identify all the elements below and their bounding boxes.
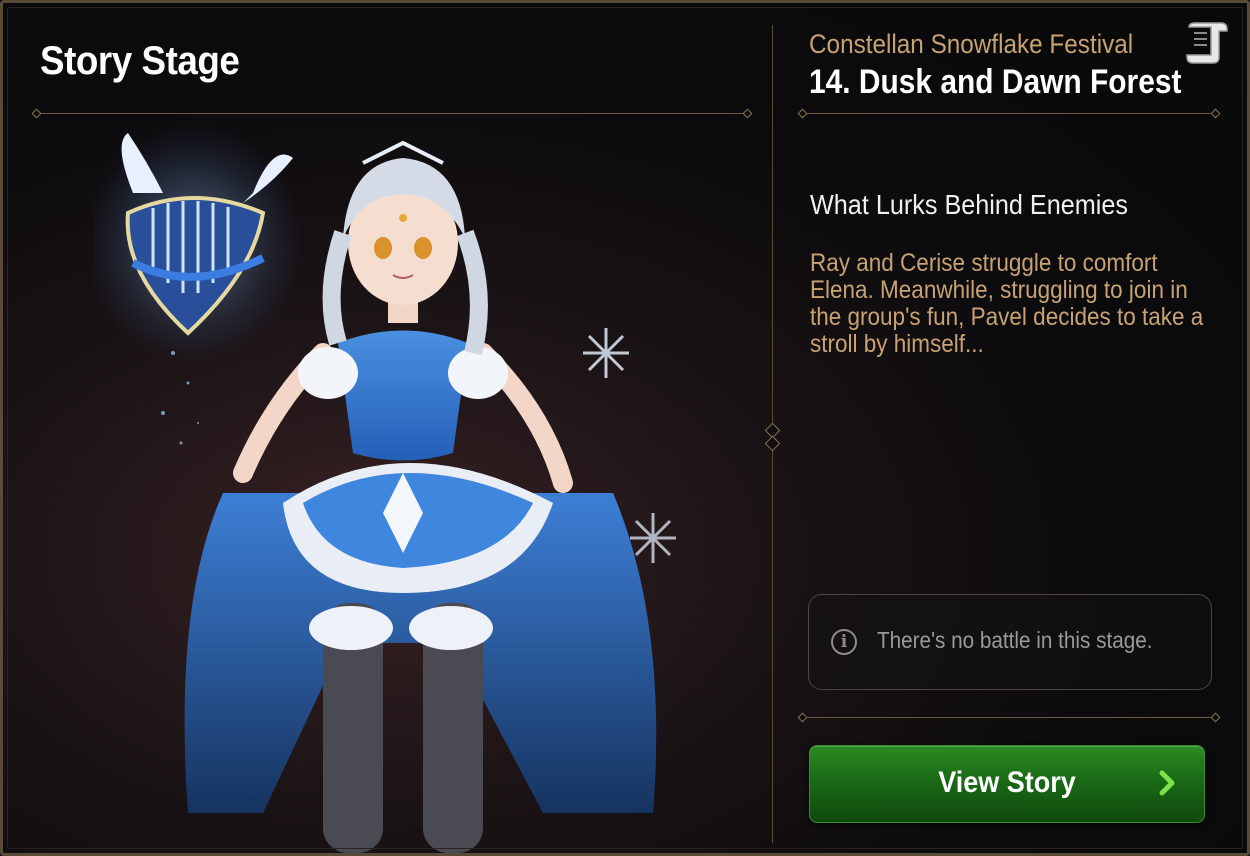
stage-name: 14. Dusk and Dawn Forest [809,63,1182,101]
notice-text: There's no battle in this stage. [877,627,1153,653]
story-heading: What Lurks Behind Enemies [810,189,1128,220]
story-description: Ray and Cerise struggle to comfort Elena… [810,249,1204,358]
column-divider [764,25,781,843]
chevron-right-icon [1159,770,1175,796]
event-name: Constellan Snowflake Festival [809,29,1134,59]
page-title: Story Stage [40,39,240,83]
info-icon: i [831,629,857,655]
character-artwork [93,123,676,853]
no-battle-notice: i There's no battle in this stage. [808,594,1212,690]
stage-divider [797,108,1221,119]
snowflake-icon [583,328,629,378]
title-divider [31,108,753,119]
story-scroll-icon[interactable] [1183,21,1229,65]
view-story-button[interactable]: View Story [809,745,1205,823]
action-divider [797,712,1221,723]
story-stage-panel: Story Stage Constellan Snowflake Festiva… [0,0,1250,856]
view-story-label: View Story [938,766,1076,799]
